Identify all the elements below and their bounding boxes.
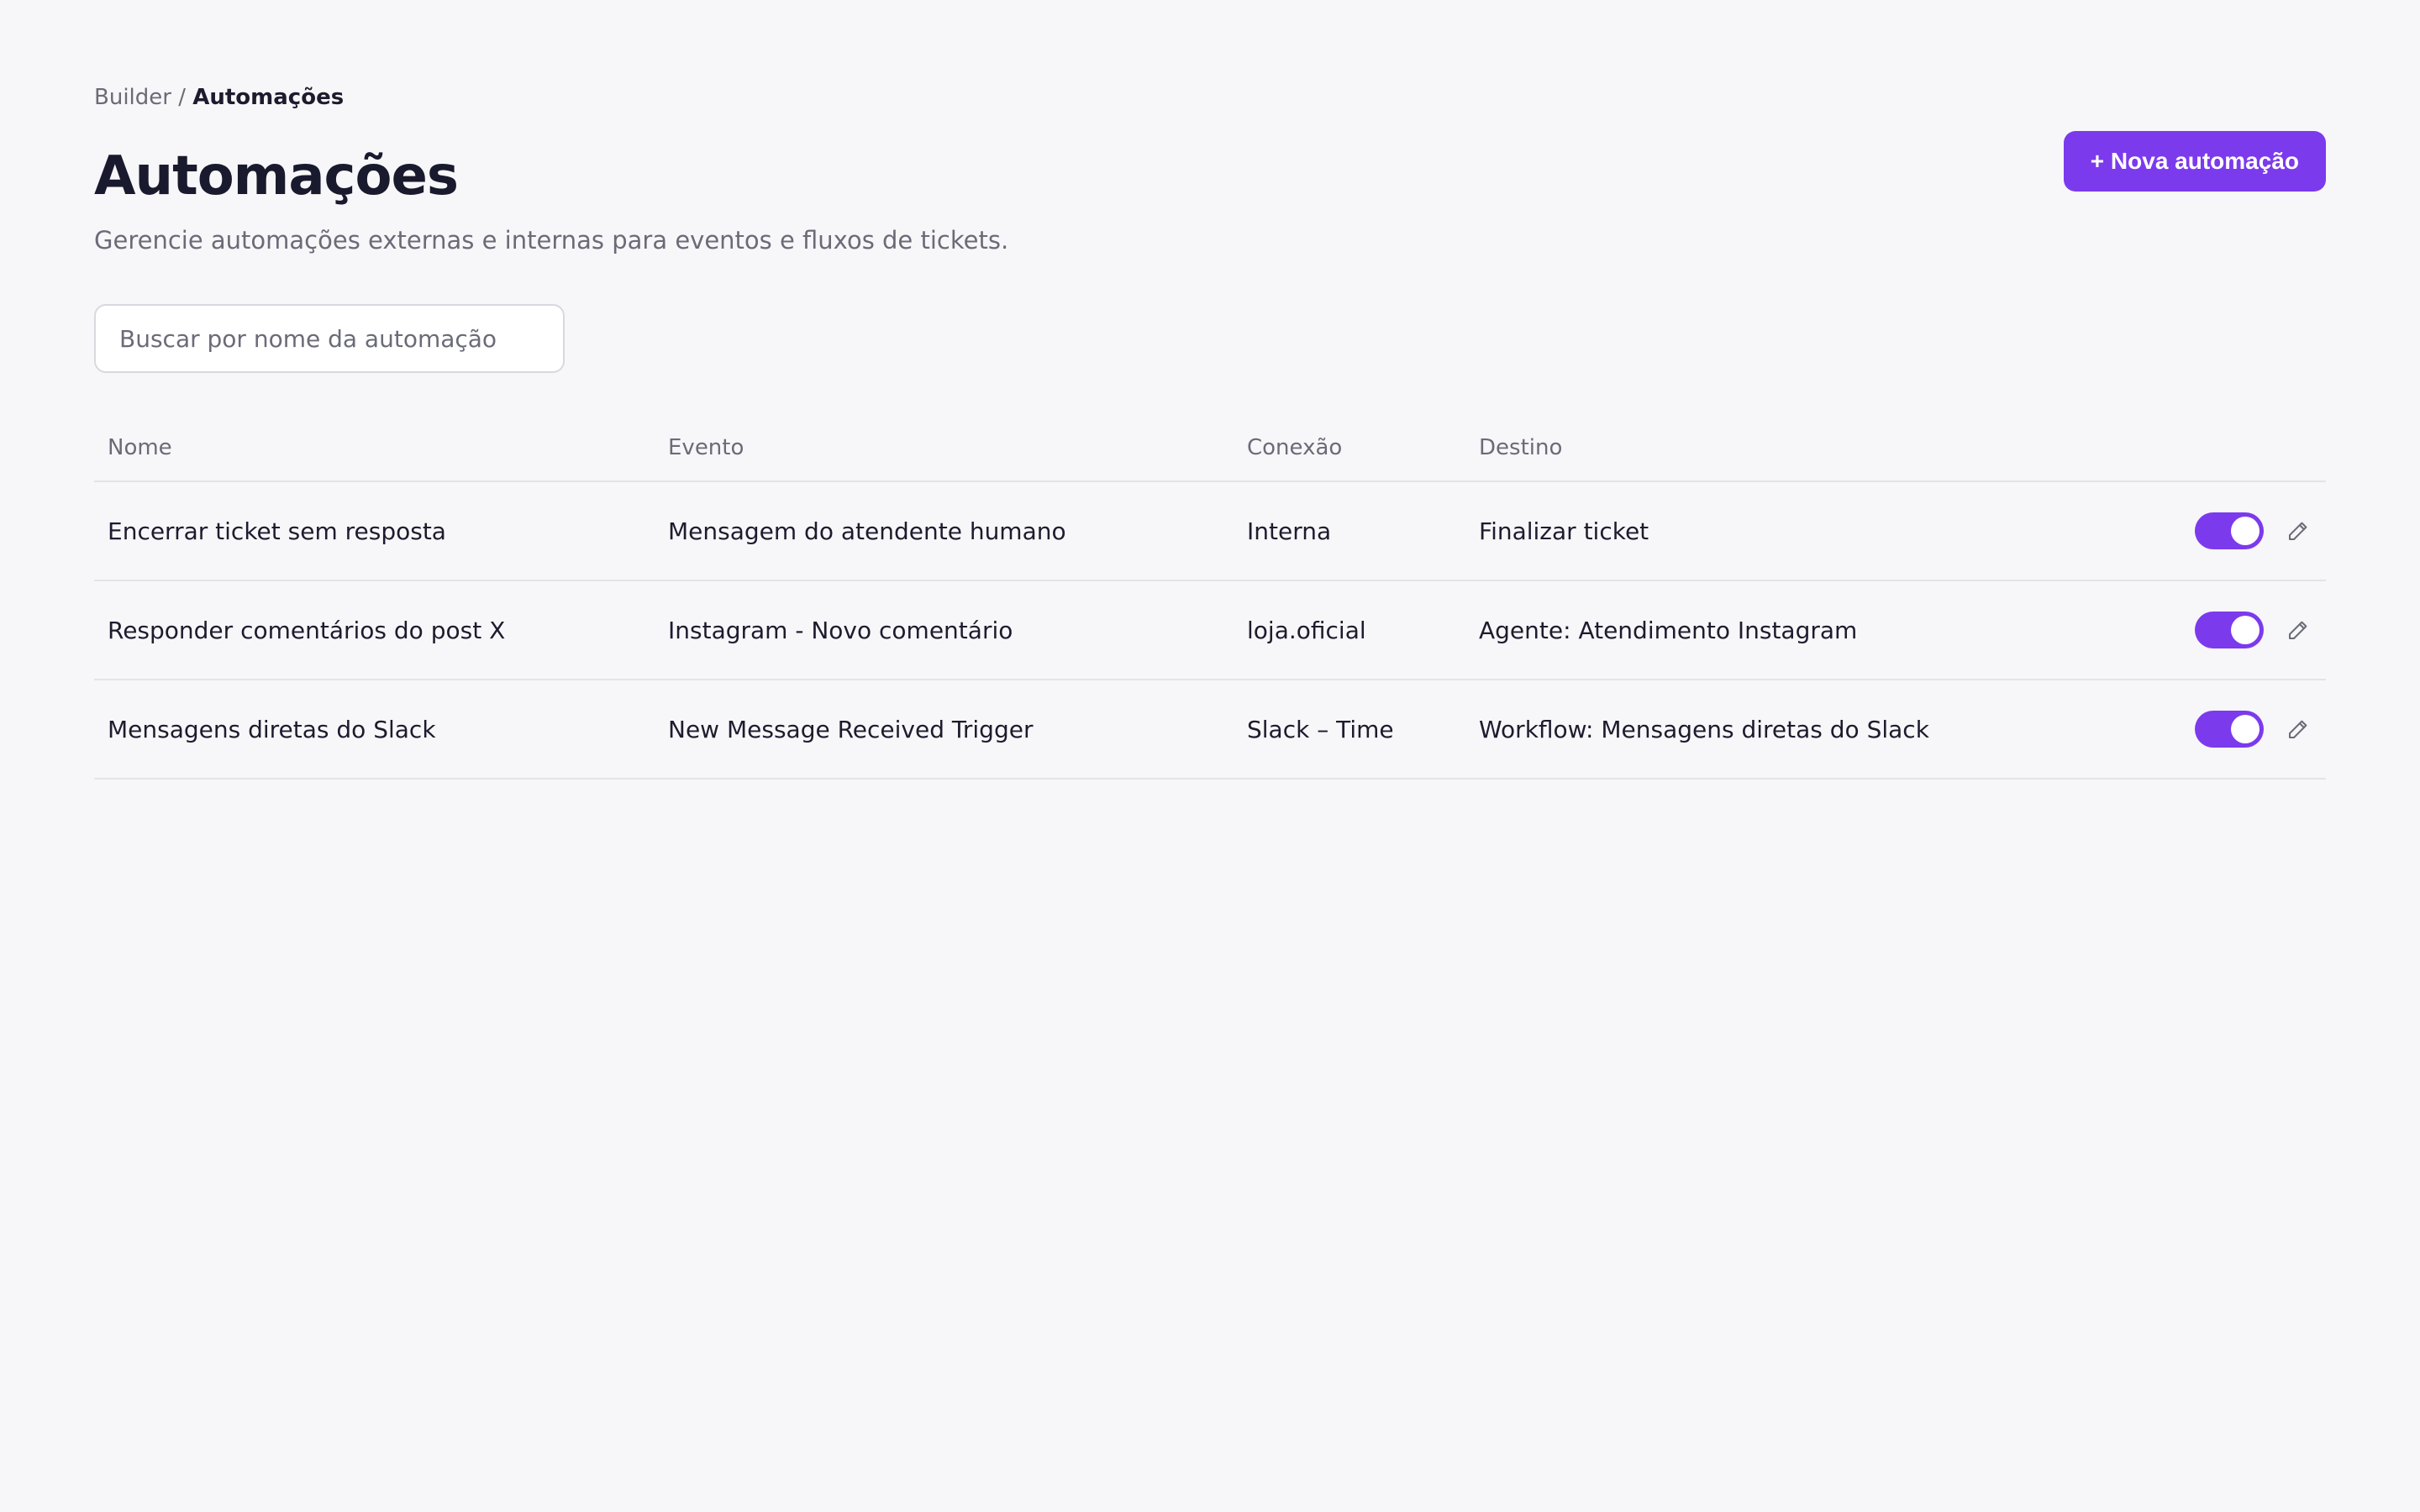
table-row[interactable]: Mensagens diretas do Slack New Message R…: [94, 680, 2326, 780]
table-row[interactable]: Responder comentários do post X Instagra…: [94, 581, 2326, 680]
breadcrumb: Builder / Automações: [94, 81, 2326, 114]
table-header: Nome Evento Conexão Destino: [94, 415, 2326, 482]
breadcrumb-separator: /: [171, 85, 193, 110]
page-title: Automações: [94, 145, 459, 207]
table-row[interactable]: Encerrar ticket sem resposta Mensagem do…: [94, 482, 2326, 581]
cell-conexao: loja.oficial: [1247, 616, 1366, 644]
cell-evento: New Message Received Trigger: [668, 715, 1034, 743]
cell-nome: Mensagens diretas do Slack: [108, 715, 436, 743]
page-header: Automações + Nova automação: [94, 131, 2326, 210]
enable-toggle[interactable]: [2195, 612, 2264, 648]
row-actions: [2195, 711, 2312, 748]
cell-evento: Mensagem do atendente humano: [668, 517, 1066, 545]
column-header-nome: Nome: [108, 435, 172, 460]
column-header-evento: Evento: [668, 435, 744, 460]
column-header-destino: Destino: [1479, 435, 1563, 460]
toggle-knob: [2231, 517, 2260, 545]
search-input[interactable]: [94, 304, 565, 373]
cell-nome: Encerrar ticket sem resposta: [108, 517, 446, 545]
search-container: [94, 304, 565, 373]
pencil-icon[interactable]: [2284, 517, 2312, 545]
page-subtitle: Gerencie automações externas e internas …: [94, 226, 1009, 255]
cell-evento: Instagram - Novo comentário: [668, 616, 1013, 644]
breadcrumb-current: Automações: [192, 85, 345, 110]
row-actions: [2195, 512, 2312, 549]
cell-conexao: Interna: [1247, 517, 1332, 545]
enable-toggle[interactable]: [2195, 512, 2264, 549]
toggle-knob: [2231, 715, 2260, 743]
automations-page: Builder / Automações Automações + Nova a…: [94, 81, 2326, 780]
row-actions: [2195, 612, 2312, 648]
enable-toggle[interactable]: [2195, 711, 2264, 748]
cell-nome: Responder comentários do post X: [108, 616, 506, 644]
new-automation-button[interactable]: + Nova automação: [2063, 131, 2326, 192]
cell-conexao: Slack – Time: [1247, 715, 1394, 743]
toggle-knob: [2231, 616, 2260, 644]
pencil-icon[interactable]: [2284, 616, 2312, 644]
column-header-conexao: Conexão: [1247, 435, 1343, 460]
breadcrumb-parent[interactable]: Builder: [94, 85, 171, 110]
pencil-icon[interactable]: [2284, 715, 2312, 743]
automations-table: Nome Evento Conexão Destino Encerrar tic…: [94, 415, 2326, 780]
